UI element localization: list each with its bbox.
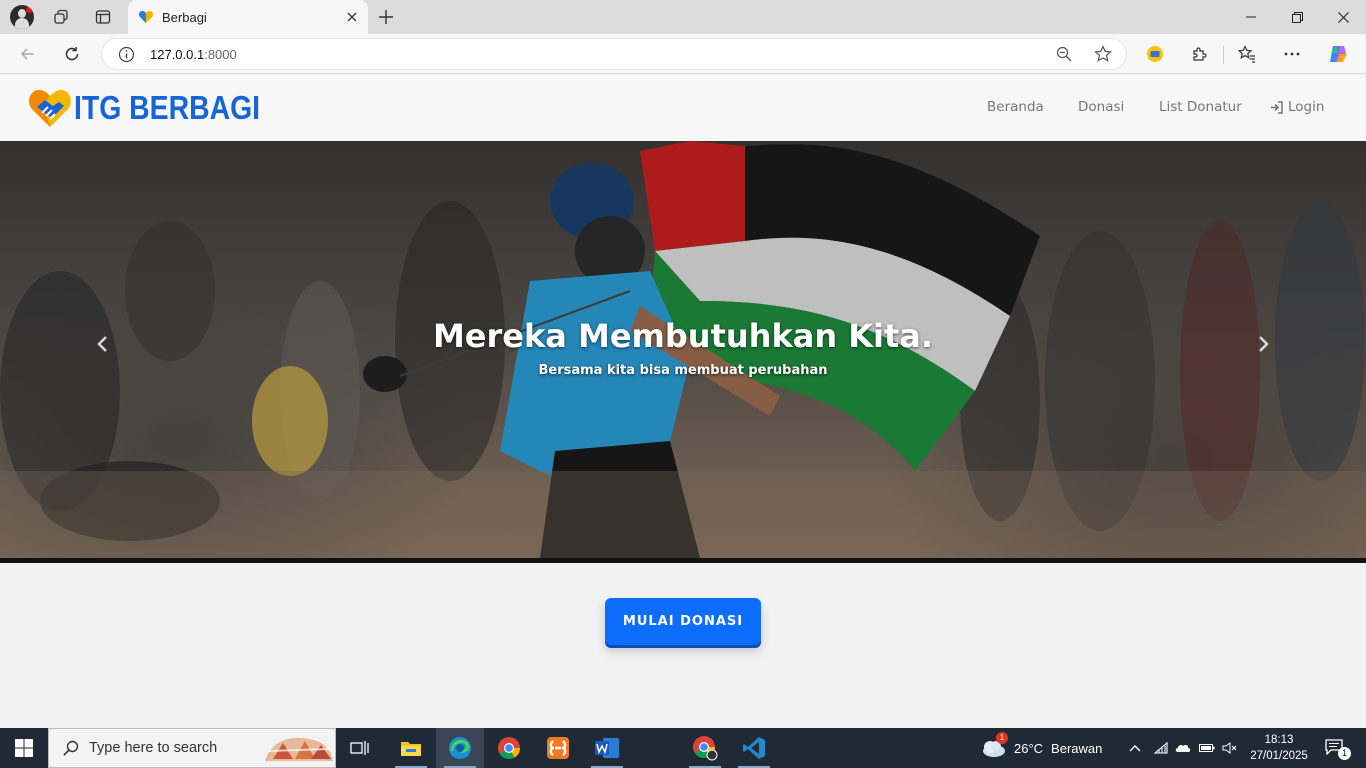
favorites-icon[interactable] <box>1233 40 1261 68</box>
nav-link-beranda[interactable]: Beranda <box>987 99 1044 115</box>
nav-link-login[interactable]: Login <box>1270 99 1324 115</box>
search-icon <box>63 740 79 756</box>
heart-favicon-icon <box>138 11 154 23</box>
workspaces-icon[interactable] <box>48 5 74 29</box>
word-icon[interactable] <box>583 728 631 768</box>
carousel-next-icon[interactable] <box>1254 334 1274 354</box>
clock-date: 27/01/2025 <box>1250 750 1308 762</box>
task-view-icon[interactable] <box>338 728 382 768</box>
minimize-icon[interactable] <box>1228 0 1274 34</box>
notification-center-icon[interactable]: 1 <box>1320 728 1351 768</box>
url-host: 127.0.0.1 <box>150 47 205 62</box>
login-icon <box>1271 100 1283 114</box>
handshake-heart-icon <box>29 90 71 127</box>
chrome-icon[interactable] <box>485 728 533 768</box>
weather-widget[interactable]: 1 26°C Berawan <box>980 728 1110 768</box>
weather-badge: 1 <box>996 732 1008 744</box>
close-tab-icon[interactable] <box>342 7 362 27</box>
xampp-icon[interactable] <box>534 728 582 768</box>
tab-title: Berbagi <box>162 9 207 25</box>
show-hidden-icons-chevron-icon[interactable] <box>1124 728 1146 768</box>
chrome-profile-icon[interactable] <box>681 728 729 768</box>
weather-temp: 26°C <box>1014 740 1044 756</box>
refresh-icon[interactable] <box>58 40 86 68</box>
close-window-icon[interactable] <box>1320 0 1366 34</box>
site-navbar: ITG BERBAGI Beranda Donasi List Donatur … <box>0 75 1366 141</box>
carousel-prev-icon[interactable] <box>92 334 112 354</box>
favorite-star-icon[interactable] <box>1094 45 1112 68</box>
onedrive-cloud-icon[interactable] <box>1172 728 1194 768</box>
nav-link-donasi[interactable]: Donasi <box>1078 99 1124 115</box>
hero-divider <box>0 558 1366 563</box>
login-label: Login <box>1288 99 1325 115</box>
taskbar-clock[interactable]: 18:13 27/01/2025 <box>1244 732 1314 764</box>
hero-subheading: Bersama kita bisa membuat perubahan <box>538 363 828 378</box>
restore-icon[interactable] <box>1274 0 1320 34</box>
back-icon[interactable] <box>14 40 42 68</box>
search-placeholder: Type here to search <box>89 740 218 756</box>
copilot-icon[interactable] <box>1324 40 1352 68</box>
clock-time: 18:13 <box>1264 734 1294 746</box>
site-logo[interactable]: ITG BERBAGI <box>28 85 290 131</box>
tab-actions-icon[interactable] <box>90 5 116 29</box>
file-explorer-icon[interactable] <box>387 728 435 768</box>
weather-description: Berawan <box>1051 740 1103 756</box>
browser-tab-bar: Berbagi <box>0 0 1366 34</box>
windows-taskbar: Type here to search 1 26°C Berawan 18:13… <box>0 728 1366 768</box>
url-text: 127.0.0.1:8000 <box>150 47 237 62</box>
new-tab-icon[interactable] <box>374 5 398 29</box>
battery-icon[interactable] <box>1196 728 1218 768</box>
zoom-out-icon[interactable] <box>1056 46 1072 67</box>
url-port: :8000 <box>204 47 237 62</box>
address-bar[interactable]: 127.0.0.1:8000 <box>101 38 1127 70</box>
site-info-icon[interactable] <box>118 46 135 68</box>
cloudy-weather-icon: 1 <box>980 732 1008 758</box>
wifi-icon[interactable] <box>1150 728 1172 768</box>
extensions-puzzle-icon[interactable] <box>1185 40 1213 68</box>
start-windows-icon[interactable] <box>0 728 48 768</box>
hero-heading: Mereka Membutuhkan Kita. <box>432 317 934 355</box>
extension-badge-icon[interactable] <box>1141 40 1169 68</box>
profile-avatar[interactable] <box>10 5 34 29</box>
hero-carousel: Mereka Membutuhkan Kita. Bersama kita bi… <box>0 141 1366 558</box>
volume-muted-icon[interactable] <box>1219 728 1241 768</box>
toolbar-separator <box>1223 46 1224 64</box>
nav-link-list-donatur[interactable]: List Donatur <box>1159 99 1242 115</box>
browser-tab[interactable]: Berbagi <box>128 0 368 34</box>
mulai-donasi-button[interactable]: MULAI DONASI <box>605 598 761 645</box>
vscode-icon[interactable] <box>730 728 778 768</box>
notification-count: 1 <box>1338 747 1351 760</box>
taskbar-search-box[interactable]: Type here to search <box>48 728 336 768</box>
more-menu-icon[interactable] <box>1278 40 1306 68</box>
edge-browser-icon[interactable] <box>436 728 484 768</box>
browser-toolbar: 127.0.0.1:8000 <box>0 34 1366 74</box>
search-highlight-illustration <box>265 737 333 761</box>
brand-name: ITG BERBAGI <box>74 89 261 126</box>
